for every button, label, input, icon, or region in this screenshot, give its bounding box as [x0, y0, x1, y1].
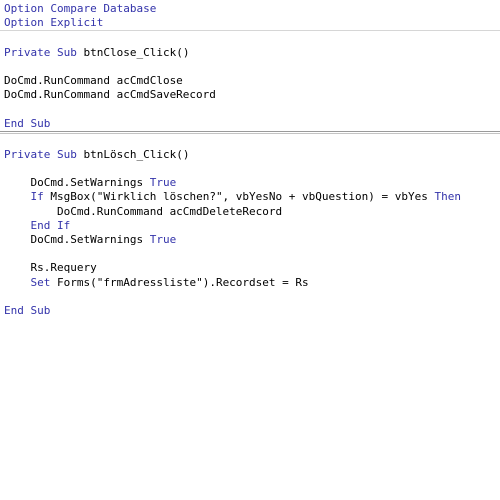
- code-text: DoCmd.RunCommand acCmdClose: [4, 73, 183, 87]
- procedure-lines: Private Sub btnLösch_Click() DoCmd.SetWa…: [0, 134, 500, 318]
- declaration-lines: Option Compare Database Option Explicit: [0, 2, 500, 30]
- code-text: Forms("frmAdressliste").Recordset = Rs: [57, 275, 309, 289]
- code-keyword: Option Compare Database: [4, 2, 157, 15]
- code-keyword: End Sub: [4, 303, 51, 317]
- code-keyword: Set: [30, 275, 57, 289]
- code-line: DoCmd.RunCommand acCmdSaveRecord: [0, 88, 500, 102]
- code-line: Private Sub btnClose_Click(): [0, 46, 500, 60]
- code-keyword: True: [149, 176, 177, 190]
- code-keyword: End Sub: [4, 116, 51, 130]
- code-line: Rs.Requery: [0, 261, 500, 275]
- code-text: MsgBox("Wirklich löschen?", vbYesNo + vb…: [50, 190, 435, 204]
- code-text: DoCmd.RunCommand acCmdSaveRecord: [4, 88, 216, 102]
- procedure-btnLoesch: Private Sub btnLösch_Click() DoCmd.SetWa…: [0, 134, 500, 318]
- code-editor[interactable]: Option Compare Database Option Explicit P…: [0, 0, 500, 500]
- code-line: If MsgBox("Wirklich löschen?", vbYesNo +…: [0, 190, 500, 204]
- code-line: DoCmd.RunCommand acCmdDeleteRecord: [0, 205, 500, 219]
- declarations-section: Option Compare Database Option Explicit: [0, 2, 500, 30]
- code-keyword: Private Sub: [4, 147, 84, 161]
- procedure-lines: Private Sub btnClose_Click() DoCmd.RunCo…: [0, 31, 500, 130]
- code-text: btnClose_Click(): [83, 45, 190, 59]
- code-line: Set Forms("frmAdressliste").Recordset = …: [0, 276, 500, 290]
- code-text: Rs.Requery: [4, 261, 97, 275]
- code-line: Option Explicit: [0, 16, 500, 30]
- code-line: End If: [0, 219, 500, 233]
- code-line: DoCmd.SetWarnings True: [0, 233, 500, 247]
- code-line: DoCmd.SetWarnings True: [0, 176, 500, 190]
- code-line: DoCmd.RunCommand acCmdClose: [0, 74, 500, 88]
- code-keyword: If: [30, 190, 51, 204]
- code-line: End Sub: [0, 304, 500, 318]
- code-text: DoCmd.SetWarnings: [4, 233, 150, 246]
- code-keyword: True: [149, 233, 177, 246]
- code-keyword: Private Sub: [4, 45, 84, 59]
- code-text: DoCmd.SetWarnings: [4, 176, 150, 190]
- code-line: Private Sub btnLösch_Click(): [0, 148, 500, 162]
- code-keyword: End If: [30, 218, 71, 232]
- code-line: Option Compare Database: [0, 2, 500, 16]
- procedure-btnClose: Private Sub btnClose_Click() DoCmd.RunCo…: [0, 31, 500, 130]
- code-text: DoCmd.RunCommand acCmdDeleteRecord: [4, 204, 283, 218]
- code-text: btnLösch_Click(): [83, 147, 190, 161]
- code-keyword: Then: [434, 190, 461, 204]
- code-line: End Sub: [0, 117, 500, 131]
- code-keyword: Option Explicit: [4, 16, 104, 30]
